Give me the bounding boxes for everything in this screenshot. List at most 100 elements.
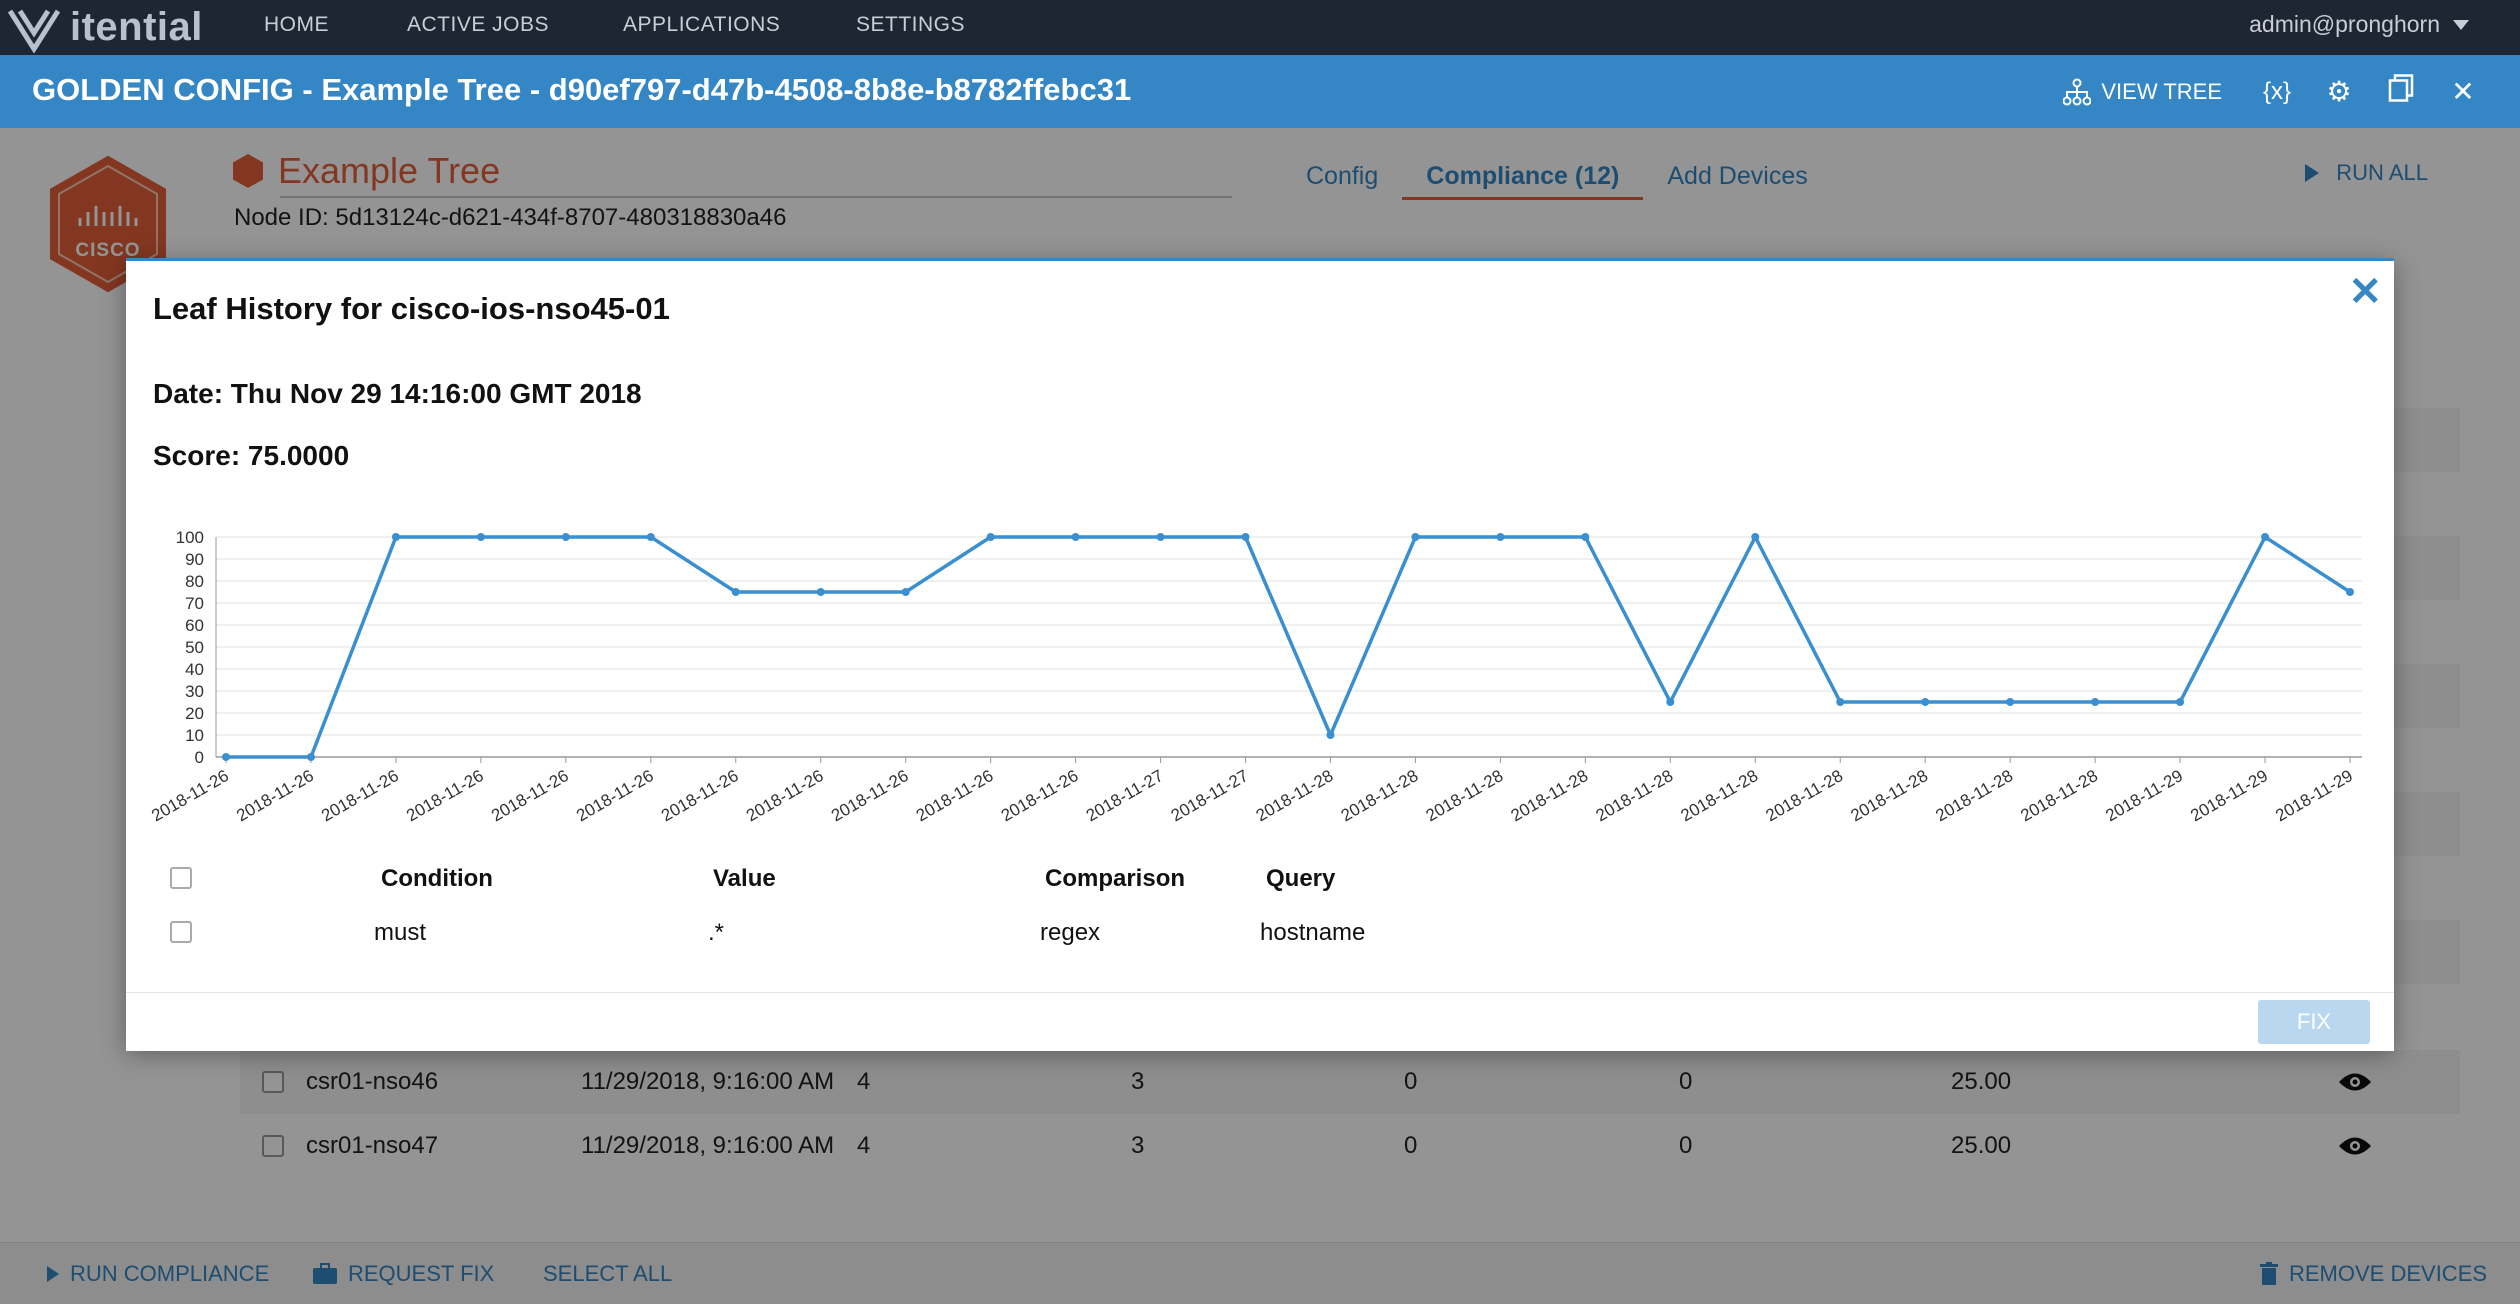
cell-value: .* [708,919,725,946]
title-actions: VIEW TREE {x} ⚙ ✕ [2063,55,2480,128]
view-tree-button[interactable]: VIEW TREE [2063,78,2222,106]
x-tick-label: 2018-11-28 [1593,766,1677,825]
x-tick-label: 2018-11-28 [1508,766,1592,825]
close-icon[interactable]: ✕ [2348,269,2382,315]
data-point [1071,533,1080,541]
x-tick-label: 2018-11-27 [1168,766,1252,825]
brand-logo[interactable]: itential [6,0,203,55]
y-tick-label: 80 [185,572,204,591]
data-point [1921,698,1930,706]
fix-button[interactable]: FIX [2258,1000,2370,1044]
data-point [986,533,995,541]
modal-footer: FIX [126,992,2394,1051]
x-tick-label: 2018-11-29 [2102,766,2186,825]
data-point [1496,533,1505,541]
y-tick-label: 20 [185,704,204,723]
x-tick-label: 2018-11-29 [2272,766,2356,825]
itential-logo-icon [7,9,61,53]
x-tick-label: 2018-11-28 [2017,766,2101,825]
user-name: admin@pronghorn [2249,11,2440,37]
data-point [1666,698,1675,706]
data-point [816,588,825,596]
x-tick-label: 2018-11-28 [1253,766,1337,825]
top-nav: itential HOME ACTIVE JOBS APPLICATIONS S… [0,0,2520,55]
header-query[interactable]: Query [1266,865,1335,893]
data-point [1241,533,1250,541]
data-point [391,533,400,541]
y-tick-label: 30 [185,682,204,701]
x-tick-label: 2018-11-26 [403,766,487,825]
x-tick-label: 2018-11-26 [148,766,232,825]
gear-icon[interactable]: ⚙ [2322,75,2356,108]
x-tick-label: 2018-11-26 [233,766,317,825]
modal-date: Date: Thu Nov 29 14:16:00 GMT 2018 [153,378,642,409]
header-condition[interactable]: Condition [381,865,493,893]
modal-score: Score: 75.0000 [153,440,350,471]
variables-icon[interactable]: {x} [2260,78,2294,106]
data-point [1581,533,1590,541]
y-tick-label: 60 [185,616,204,635]
nav-applications[interactable]: APPLICATIONS [623,13,780,37]
y-tick-label: 40 [185,660,204,679]
x-tick-label: 2018-11-26 [318,766,402,825]
x-tick-label: 2018-11-26 [998,766,1082,825]
data-point [1326,731,1335,739]
data-point [1751,533,1760,541]
copy-icon[interactable] [2384,74,2418,109]
data-point [1836,698,1845,706]
x-tick-label: 2018-11-26 [658,766,742,825]
data-point [646,533,655,541]
nav-active-jobs[interactable]: ACTIVE JOBS [407,13,549,37]
x-tick-label: 2018-11-28 [1847,766,1931,825]
y-tick-label: 10 [185,726,204,745]
y-tick-label: 0 [195,748,204,767]
y-tick-label: 90 [185,550,204,569]
data-point [2091,698,2100,706]
header-value[interactable]: Value [713,865,776,893]
y-tick-label: 50 [185,638,204,657]
x-tick-label: 2018-11-26 [913,766,997,825]
leaf-history-chart: 01020304050607080901002018-11-26 2018-11-… [148,528,2362,825]
header-comparison[interactable]: Comparison [1045,865,1185,893]
view-tree-label: VIEW TREE [2101,78,2222,104]
x-tick-label: 2018-11-28 [1763,766,1847,825]
y-tick-label: 100 [176,528,204,547]
title-bar: GOLDEN CONFIG - Example Tree - d90ef797-… [0,55,2520,128]
x-tick-label: 2018-11-26 [828,766,912,825]
select-all-checkbox[interactable] [170,867,192,889]
user-menu[interactable]: admin@pronghorn [2249,11,2470,38]
data-point [561,533,570,541]
nav-home[interactable]: HOME [264,13,329,37]
x-tick-label: 2018-11-26 [573,766,657,825]
data-point [222,753,230,761]
row-checkbox[interactable] [170,921,192,943]
tree-icon [2063,78,2092,105]
caret-down-icon [2453,19,2469,30]
cell-query: hostname [1260,919,1366,946]
x-tick-label: 2018-11-28 [1678,766,1762,825]
x-tick-label: 2018-11-26 [488,766,572,825]
x-tick-label: 2018-11-28 [1423,766,1507,825]
x-tick-label: 2018-11-28 [1932,766,2016,825]
y-tick-label: 70 [185,594,204,613]
close-icon[interactable]: ✕ [2446,75,2480,108]
cell-condition: must [374,919,427,946]
cell-comparison: regex [1040,919,1101,946]
data-point [1411,533,1420,541]
x-tick-label: 2018-11-28 [1338,766,1422,825]
page-title: GOLDEN CONFIG - Example Tree - d90ef797-… [32,72,1132,107]
data-point [2261,533,2270,541]
data-point [2346,588,2354,596]
data-point [306,753,315,761]
brand-name: itential [70,5,203,49]
x-tick-label: 2018-11-29 [2187,766,2271,825]
data-point [2176,698,2185,706]
modal-title: Leaf History for cisco-ios-nso45-01 [153,291,670,326]
data-point [901,588,910,596]
data-point [476,533,485,541]
x-tick-label: 2018-11-26 [743,766,827,825]
data-point [1156,533,1165,541]
data-point [2006,698,2015,706]
nav-settings[interactable]: SETTINGS [856,13,965,37]
leaf-history-modal: Leaf History for cisco-ios-nso45-01 ✕ Da… [126,258,2394,1051]
